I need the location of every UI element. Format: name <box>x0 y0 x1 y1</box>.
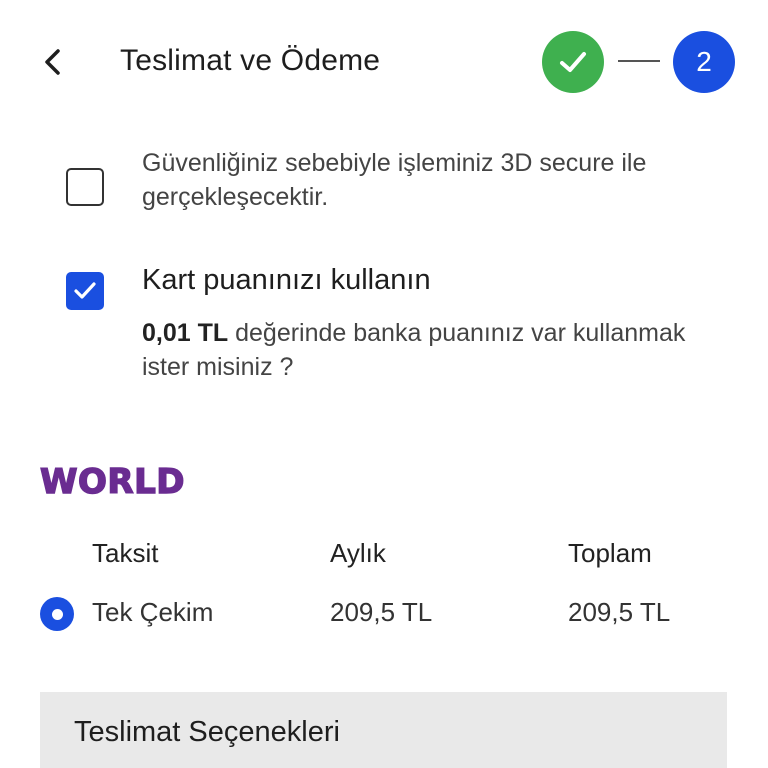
check-icon <box>74 282 96 299</box>
secure-info-text: Güvenliğiniz sebebiyle işleminiz 3D secu… <box>142 149 647 211</box>
radio-selected-dot <box>51 608 63 620</box>
column-header-taksit: Taksit <box>92 538 159 568</box>
column-header-aylik: Aylık <box>330 538 386 568</box>
world-card-logo: WORLD <box>39 461 185 503</box>
header: Teslimat ve Ödeme 2 <box>0 0 768 120</box>
check-icon <box>560 52 586 72</box>
step-1-completed <box>542 31 604 93</box>
installment-monthly: 209,5 TL <box>330 597 433 627</box>
installment-total: 209,5 TL <box>568 597 671 627</box>
points-title: Kart puanınızı kullanın <box>142 264 431 296</box>
secure-checkbox[interactable] <box>66 168 104 206</box>
chevron-left-icon <box>45 49 60 75</box>
step-connector <box>618 60 660 62</box>
page-title: Teslimat ve Ödeme <box>120 44 381 77</box>
points-description: 0,01 TL değerinde banka puanınız var kul… <box>142 316 702 384</box>
points-amount: 0,01 TL <box>142 319 229 347</box>
installment-label[interactable]: Tek Çekim <box>92 597 213 628</box>
points-checkbox[interactable] <box>66 272 104 310</box>
column-header-toplam: Toplam <box>568 538 652 568</box>
step-2-current: 2 <box>673 31 735 93</box>
delivery-options-title: Teslimat Seçenekleri <box>74 716 340 748</box>
back-button[interactable] <box>38 44 70 80</box>
installment-radio-tek-cekim[interactable] <box>40 597 74 631</box>
delivery-options-panel[interactable]: Teslimat Seçenekleri <box>40 692 727 768</box>
